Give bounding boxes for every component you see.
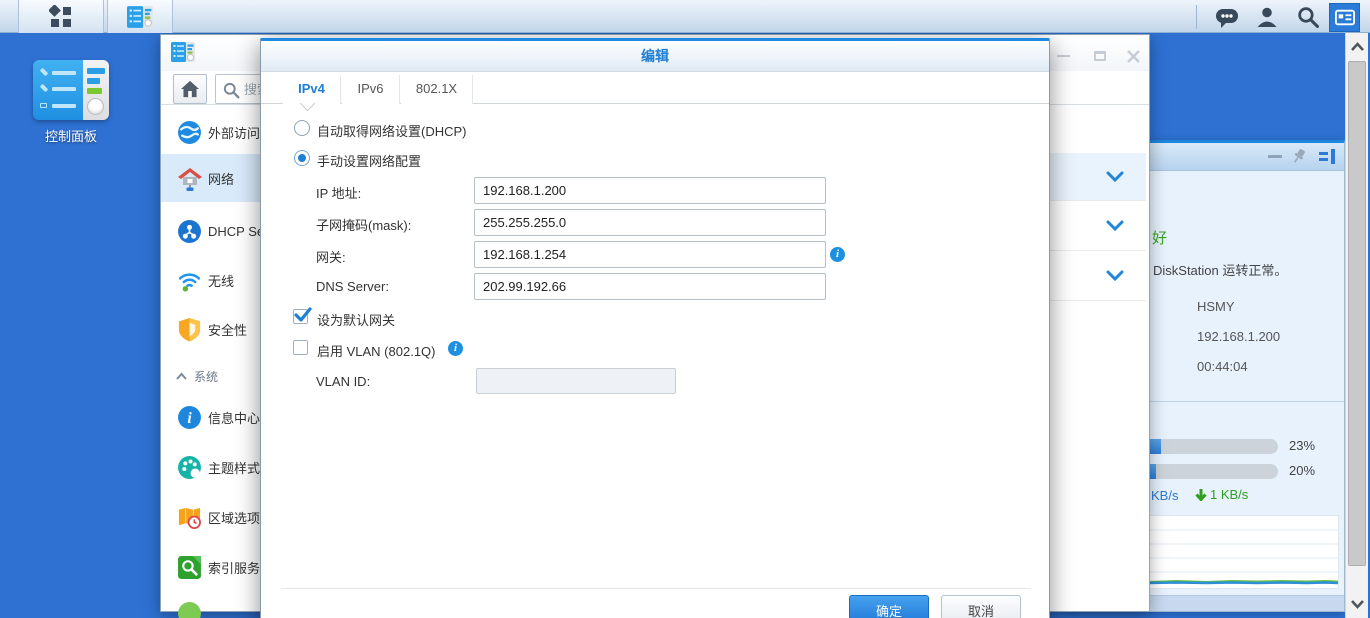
- vlan-checkbox[interactable]: [293, 340, 308, 355]
- ip-address-field[interactable]: [474, 177, 826, 204]
- sidebar-item-label: 区域选项: [208, 508, 260, 527]
- search-icon: [1296, 5, 1319, 28]
- collapse-panel-icon[interactable]: [1319, 149, 1336, 167]
- radio-manual[interactable]: [294, 150, 310, 166]
- ok-button[interactable]: 确定: [849, 595, 929, 618]
- tab-ipv6[interactable]: IPv6: [342, 75, 400, 104]
- scroll-up-icon[interactable]: [1346, 35, 1369, 59]
- home-icon: [180, 80, 200, 98]
- chevron-down-icon: [1106, 220, 1124, 232]
- sidebar-section-label: 系统: [194, 368, 218, 385]
- control-panel-task-icon: [127, 6, 153, 28]
- radio-dhcp-label: 自动取得网络设置(DHCP): [317, 121, 467, 140]
- uptime-value: 00:44:04: [1197, 359, 1248, 374]
- download-speed: 1 KB/s: [1195, 487, 1248, 502]
- dhcp-server-icon: [177, 219, 202, 244]
- widget-column-scrollbar[interactable]: [1345, 33, 1368, 618]
- gateway-field[interactable]: [474, 241, 826, 268]
- gateway-label: 网关:: [316, 247, 346, 266]
- window-maximize-icon[interactable]: [1091, 49, 1109, 63]
- radio-dhcp[interactable]: [294, 120, 310, 136]
- dns-server-field[interactable]: [474, 273, 826, 300]
- default-gateway-checkbox[interactable]: [293, 309, 308, 324]
- screen: 控制面板 好 DiskStation 运转正常。 HSMY 192.168.1.…: [0, 0, 1370, 618]
- scroll-down-icon[interactable]: [1346, 592, 1369, 616]
- dialog-tabbar: IPv4 IPv6 802.1X: [261, 75, 1049, 104]
- edit-dialog: 编辑 IPv4 IPv6 802.1X 自动取得网络设置(DHCP) 手动设置网…: [260, 38, 1050, 618]
- chat-icon: [1214, 5, 1240, 29]
- widgets-toggle-button[interactable]: [1329, 3, 1360, 32]
- user-options-button[interactable]: [1247, 0, 1287, 33]
- health-status-title: 好: [1152, 227, 1167, 248]
- index-search-icon: [177, 555, 202, 580]
- shield-icon: [177, 317, 202, 342]
- ram-usage-percent: 20%: [1289, 463, 1315, 478]
- download-arrow-icon: [1195, 488, 1207, 501]
- taskbar: [0, 0, 1370, 33]
- default-gateway-label: 设为默认网关: [317, 310, 395, 329]
- gateway-info-icon[interactable]: i: [830, 247, 845, 262]
- main-menu-grid-icon: [49, 5, 73, 29]
- upload-speed: KB/s: [1151, 488, 1178, 503]
- download-speed-value: 1 KB/s: [1210, 487, 1248, 502]
- network-home-icon: [177, 166, 202, 191]
- scrollbar-thumb[interactable]: [1348, 61, 1366, 566]
- region-map-clock-icon: [177, 505, 202, 530]
- user-icon: [1255, 5, 1279, 29]
- chevron-down-icon: [1106, 171, 1124, 183]
- shortcut-label: 控制面板: [15, 126, 127, 145]
- palette-icon: [177, 455, 202, 480]
- desktop-shortcut-control-panel[interactable]: 控制面板: [15, 60, 127, 145]
- ip-address-label: IP 地址:: [316, 183, 361, 202]
- sidebar-item-label: 索引服务: [208, 558, 260, 577]
- vlan-id-label: VLAN ID:: [316, 374, 370, 389]
- control-panel-icon: [33, 60, 109, 120]
- window-minimize-icon[interactable]: [1054, 49, 1072, 63]
- subnet-mask-field[interactable]: [474, 209, 826, 236]
- window-app-icon: [171, 42, 195, 65]
- vlan-info-icon[interactable]: i: [448, 341, 463, 356]
- cpu-usage-percent: 23%: [1289, 438, 1315, 453]
- health-status-text: DiskStation 运转正常。: [1153, 260, 1287, 279]
- server-name-value: HSMY: [1197, 299, 1235, 314]
- notifications-button[interactable]: [1207, 0, 1247, 33]
- subnet-mask-label: 子网掩码(mask):: [316, 215, 411, 234]
- vlan-id-field: [476, 368, 676, 394]
- wifi-icon: [177, 268, 202, 293]
- widget-minimize-icon[interactable]: [1268, 155, 1282, 158]
- globe-icon: [177, 120, 202, 145]
- partial-green-icon: [177, 601, 202, 618]
- vlan-label: 启用 VLAN (802.1Q): [317, 341, 436, 360]
- sidebar-item-label: 网络: [208, 169, 234, 188]
- check-icon: [293, 306, 313, 324]
- search-icon: [222, 81, 240, 99]
- sidebar-item-label: 外部访问: [208, 123, 260, 142]
- sidebar-item-label: 无线: [208, 271, 234, 290]
- chevron-up-icon: [175, 371, 188, 381]
- ip-address-value: 192.168.1.200: [1197, 329, 1280, 344]
- pin-icon[interactable]: [1290, 147, 1308, 168]
- taskbar-divider: [1196, 5, 1197, 29]
- sidebar-item-label: 主题样式: [208, 458, 260, 477]
- radio-manual-label: 手动设置网络配置: [317, 151, 421, 170]
- widgets-icon: [1334, 8, 1356, 27]
- chevron-down-icon: [1106, 270, 1124, 282]
- dialog-title: 编辑: [261, 41, 1049, 72]
- sidebar-item-label: 信息中心: [208, 408, 260, 427]
- taskbar-search-button[interactable]: [1287, 0, 1327, 33]
- main-menu-button[interactable]: [18, 0, 104, 33]
- cancel-button[interactable]: 取消: [941, 595, 1021, 618]
- dns-server-label: DNS Server:: [316, 279, 389, 294]
- taskbar-control-panel-button[interactable]: [107, 0, 173, 33]
- svg-text:i: i: [187, 410, 192, 427]
- window-close-icon[interactable]: [1124, 49, 1142, 63]
- tab-8021x[interactable]: 802.1X: [401, 75, 473, 104]
- info-circle-icon: i: [177, 405, 202, 430]
- sidebar-item-label: 安全性: [208, 320, 247, 339]
- dialog-footer-separator: [281, 588, 1031, 589]
- home-button[interactable]: [173, 74, 207, 104]
